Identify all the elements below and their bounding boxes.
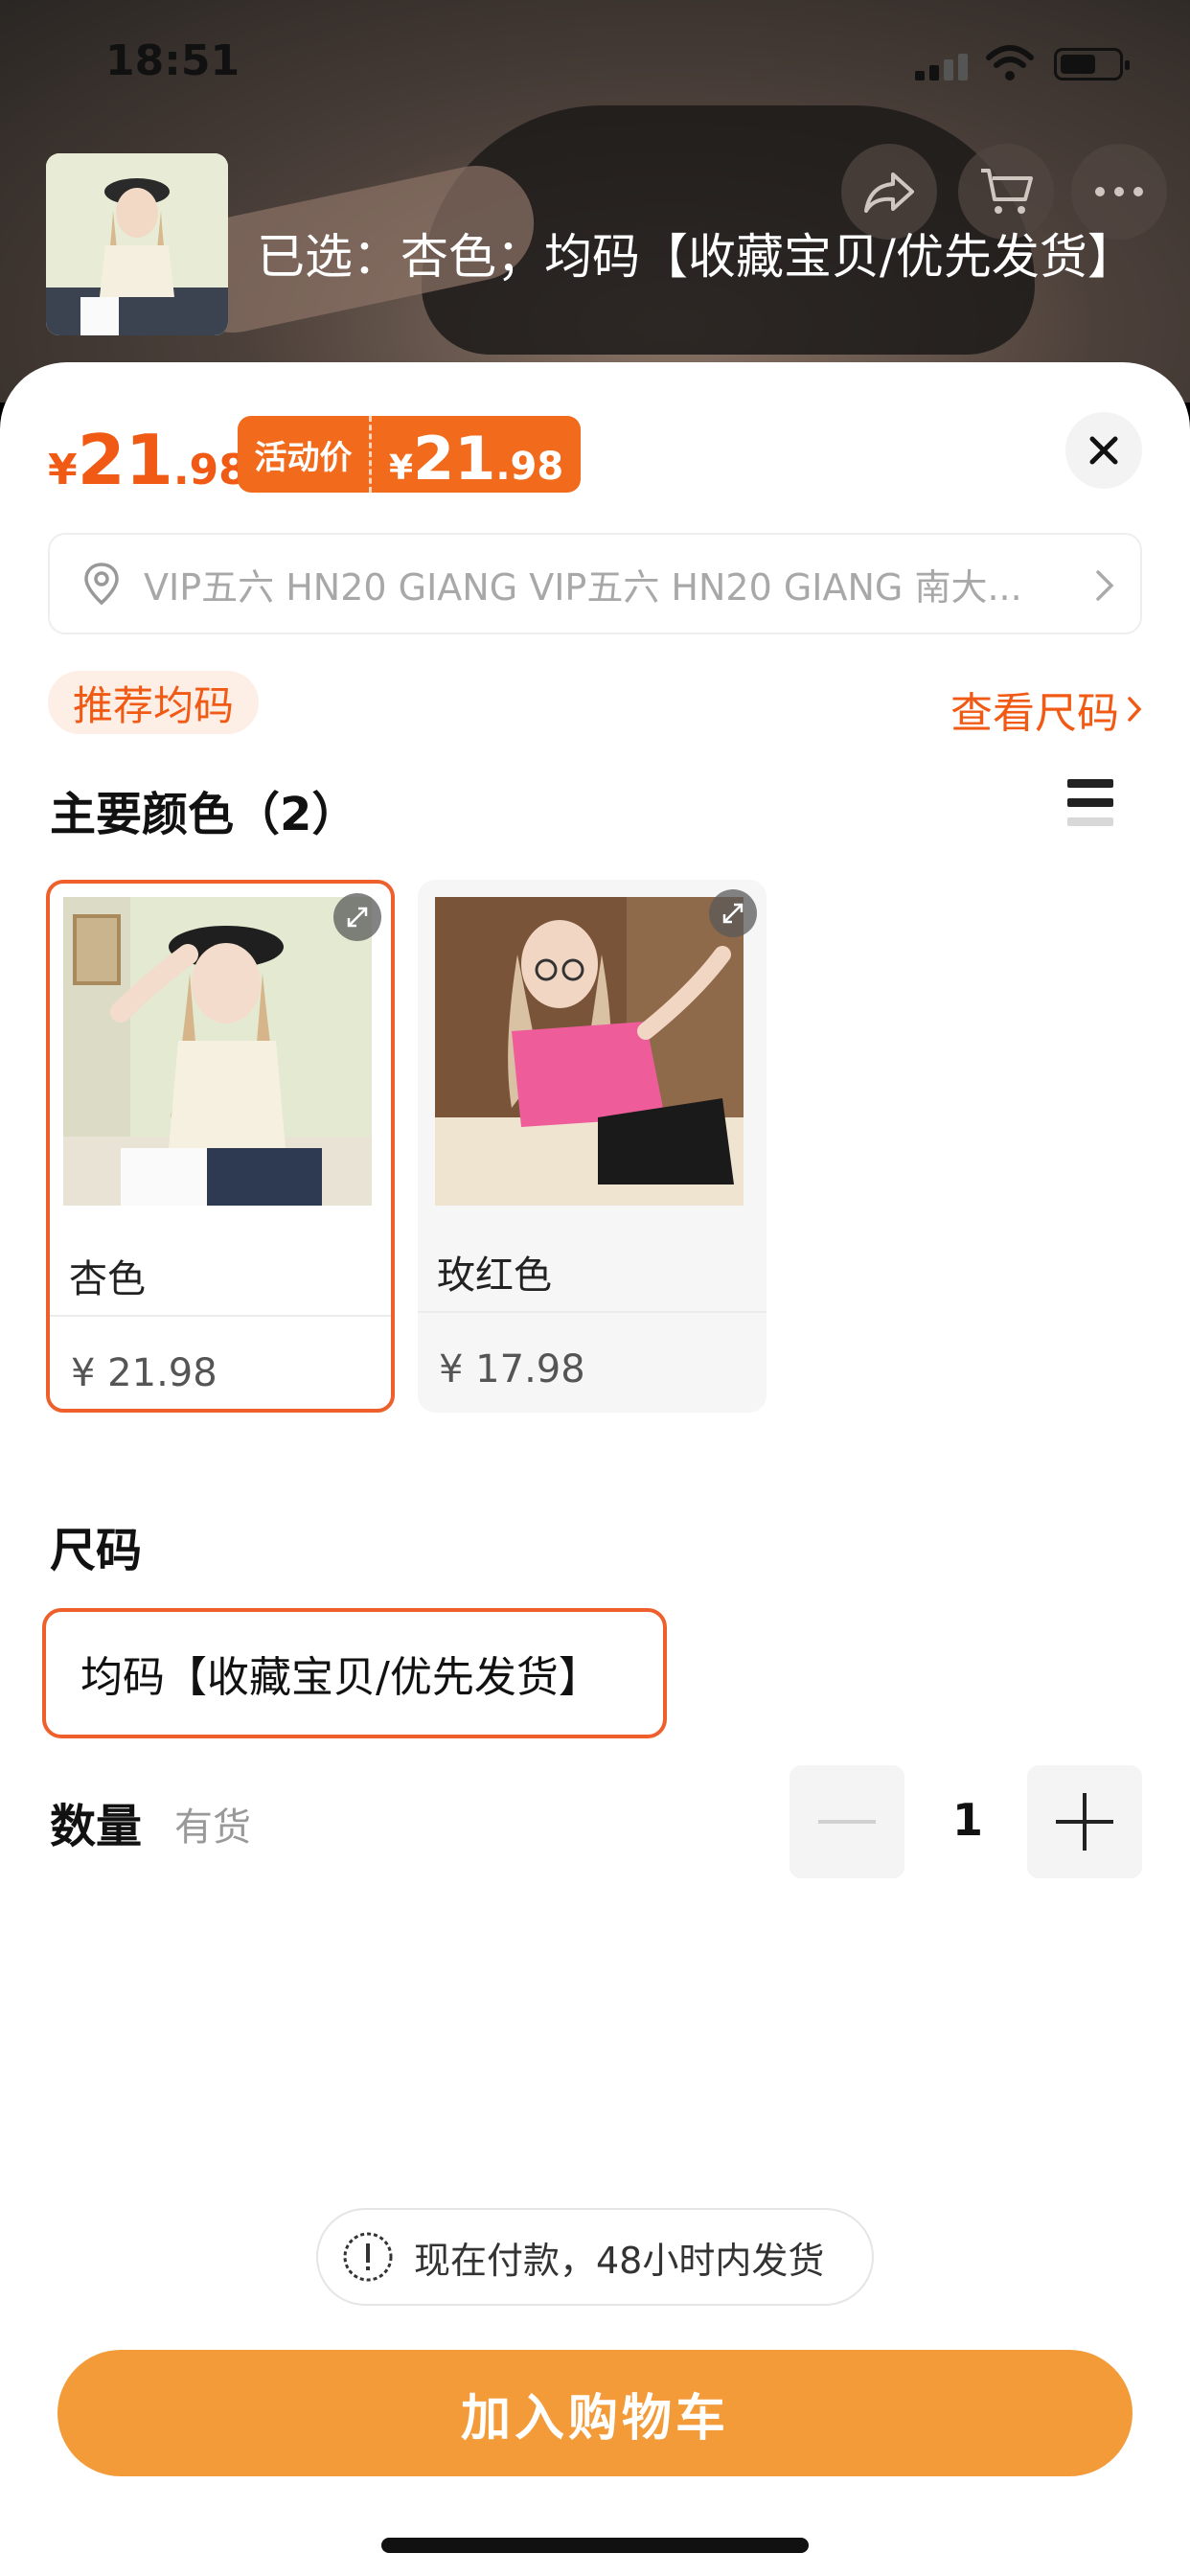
- share-icon: [864, 172, 914, 213]
- shipping-address-row[interactable]: VIP五六 HN20 GIANG VIP五六 HN20 GIANG 南大...: [48, 533, 1142, 634]
- status-bar: 18:51: [0, 0, 1190, 125]
- add-to-cart-button[interactable]: 加入购物车: [57, 2350, 1133, 2476]
- expand-image-button[interactable]: [709, 889, 757, 937]
- sku-selection-sheet: ¥21.98 活动价 ¥21.98 VIP五六 HN20 GIANG VIP五六…: [0, 362, 1190, 2576]
- chevron-right-icon: [1128, 697, 1142, 722]
- expand-image-button[interactable]: [333, 893, 381, 941]
- color-option-apricot[interactable]: 杏色 ¥ 21.98: [46, 880, 395, 1413]
- promo-price-badge: 活动价 ¥21.98: [238, 416, 582, 493]
- shipping-notice: 现在付款，48小时内发货: [316, 2208, 874, 2306]
- color-option-rose-red[interactable]: 玫红色 ¥ 17.98: [418, 880, 767, 1413]
- shipping-notice-text: 现在付款，48小时内发货: [414, 2239, 825, 2282]
- quantity-decrease-button[interactable]: [790, 1765, 904, 1878]
- color-option-name: 杏色: [69, 1257, 146, 1301]
- selected-product-thumbnail: [46, 153, 228, 335]
- color-option-price: ¥ 21.98: [71, 1351, 217, 1395]
- expand-icon: [347, 907, 368, 928]
- cart-icon: [981, 169, 1033, 214]
- size-option-one-size[interactable]: 均码【收藏宝贝/优先发货】: [42, 1608, 667, 1738]
- color-option-image: [63, 897, 372, 1206]
- color-option-name: 玫红色: [437, 1254, 552, 1298]
- size-chart-label: 查看尺码: [950, 689, 1119, 738]
- selected-variant-text: 已选：杏色；均码【收藏宝贝/优先发货】: [257, 229, 1135, 285]
- color-option-price: ¥ 17.98: [439, 1347, 585, 1392]
- quantity-label: 数量: [50, 1800, 143, 1853]
- close-icon: [1089, 436, 1118, 465]
- chevron-right-icon: [1096, 570, 1114, 601]
- color-section-title: 主要颜色（2）: [50, 788, 358, 841]
- home-indicator[interactable]: [381, 2538, 809, 2553]
- color-option-image: [435, 897, 744, 1206]
- close-button[interactable]: [1065, 412, 1142, 489]
- info-exclamation-icon: [343, 2232, 393, 2282]
- battery-icon: [1054, 48, 1130, 80]
- location-pin-icon: [84, 563, 119, 606]
- stock-status: 有货: [174, 1806, 251, 1850]
- size-section-title: 尺码: [50, 1524, 143, 1577]
- list-view-toggle-icon[interactable]: [1067, 779, 1113, 829]
- cellular-signal-icon: [915, 52, 971, 80]
- promo-tag: 活动价: [238, 416, 372, 493]
- expand-icon: [722, 903, 744, 924]
- promo-price: ¥21.98: [389, 424, 564, 493]
- plus-icon: [1056, 1793, 1113, 1851]
- quantity-value[interactable]: 1: [920, 1794, 1016, 1846]
- current-price: ¥21.98: [48, 420, 248, 500]
- size-chart-link[interactable]: 查看尺码: [950, 678, 1142, 740]
- wifi-icon: [986, 45, 1034, 80]
- more-icon: [1095, 187, 1143, 196]
- minus-icon: [818, 1820, 876, 1824]
- recommended-size-badge: 推荐均码: [48, 671, 260, 734]
- status-time: 18:51: [105, 36, 240, 85]
- shipping-address-text: VIP五六 HN20 GIANG VIP五六 HN20 GIANG 南大...: [144, 565, 1022, 609]
- quantity-increase-button[interactable]: [1027, 1765, 1142, 1878]
